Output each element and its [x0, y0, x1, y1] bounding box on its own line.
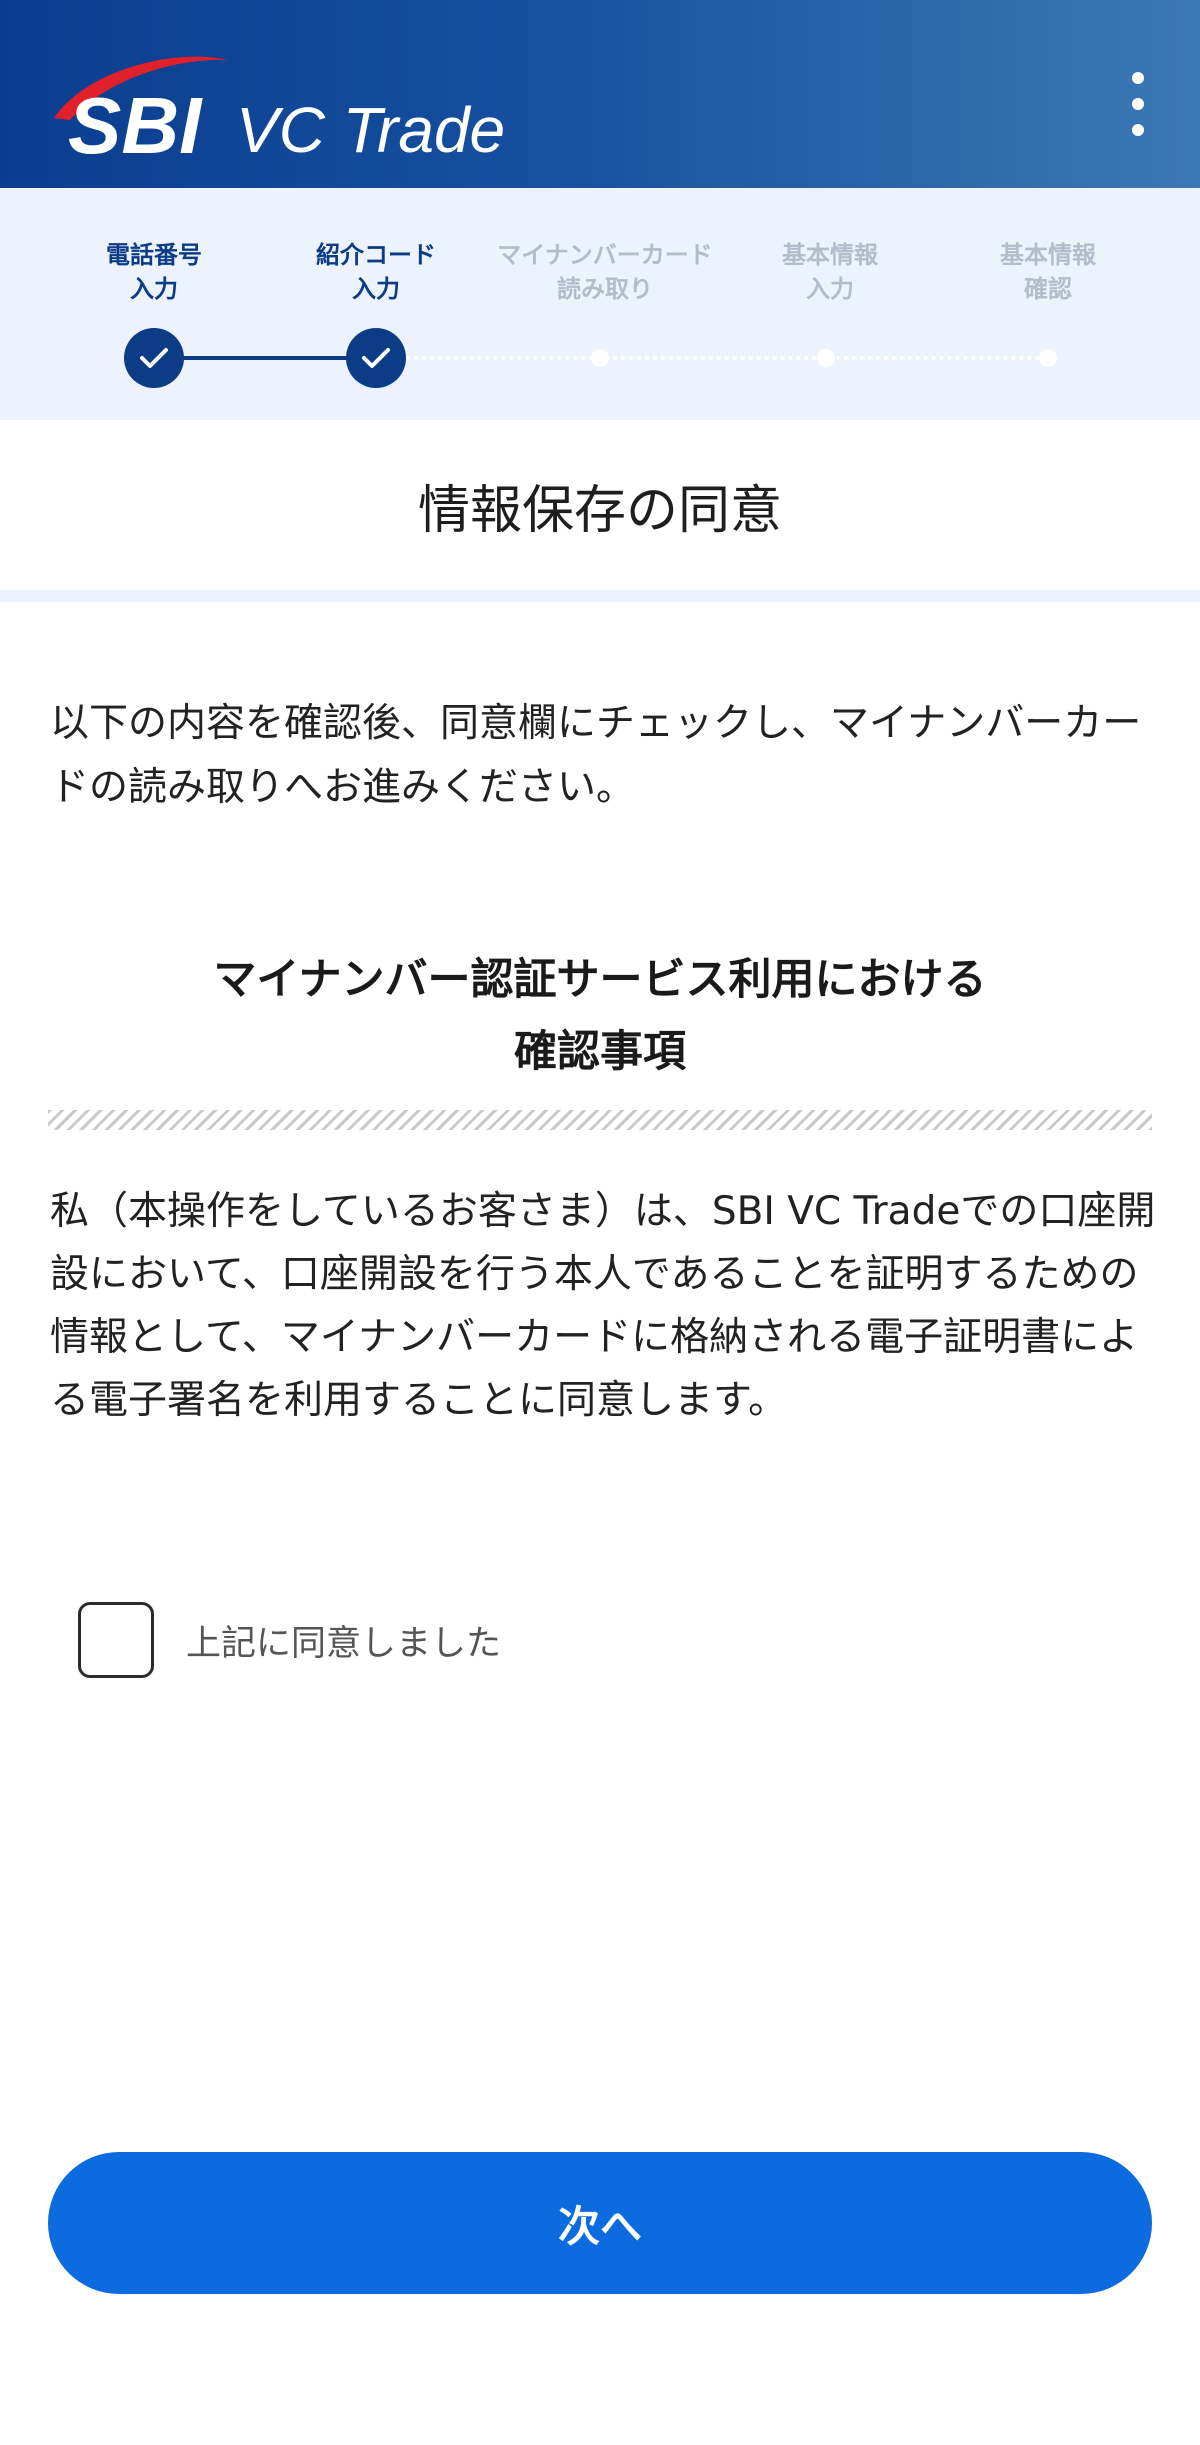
step-node-phone	[124, 328, 184, 388]
section-heading-line2: 確認事項	[514, 1027, 686, 1077]
step-node-mynumber	[591, 349, 609, 367]
more-vertical-icon[interactable]	[1118, 72, 1158, 136]
next-button[interactable]: 次へ	[48, 2152, 1152, 2294]
check-icon	[140, 348, 168, 368]
page-title: 情報保存の同意	[417, 480, 782, 541]
section-heading-line1: マイナンバー認証サービス利用における	[213, 955, 987, 1005]
logo-vc-trade-text: VC Trade	[236, 94, 505, 166]
step-label-mynumber: マイナンバーカード 読み取り	[497, 241, 713, 303]
check-icon	[362, 348, 390, 368]
agree-checkbox-row[interactable]: 上記に同意しました	[78, 1598, 501, 1682]
step-label-basic-confirm: 基本情報 確認	[1000, 241, 1096, 303]
stepper-connector-pending	[406, 356, 1048, 360]
page-title-bar: 情報保存の同意	[0, 420, 1200, 590]
sbi-vc-trade-logo: SBI VC Trade	[48, 48, 568, 168]
intro-text: 以下の内容を確認後、同意欄にチェックし、マイナンバーカードの読み取りへお進みくだ…	[50, 701, 1142, 810]
section-heading: マイナンバー認証サービス利用における 確認事項	[50, 944, 1150, 1088]
stepper-connector-done	[154, 356, 376, 360]
app-header: SBI VC Trade	[0, 0, 1200, 188]
step-node-basic-confirm	[1039, 349, 1057, 367]
step-label-referral: 紹介コード 入力	[316, 241, 436, 303]
step-node-basic-input	[817, 349, 835, 367]
consent-text: 私（本操作をしているお客さま）は、SBI VC Tradeでの口座開設において、…	[50, 1189, 1156, 1423]
hatch-divider	[48, 1110, 1152, 1130]
agree-label: 上記に同意しました	[186, 1623, 502, 1664]
logo-sbi-text: SBI	[68, 81, 203, 168]
title-underline	[0, 590, 1200, 602]
step-label-phone: 電話番号 入力	[106, 241, 202, 303]
progress-stepper: 電話番号 入力 紹介コード 入力 マイナンバーカード 読み取り 基本情報 入力 …	[0, 188, 1200, 420]
step-label-basic-input: 基本情報 入力	[782, 241, 878, 303]
step-node-referral	[346, 328, 406, 388]
agree-checkbox[interactable]	[78, 1602, 154, 1678]
